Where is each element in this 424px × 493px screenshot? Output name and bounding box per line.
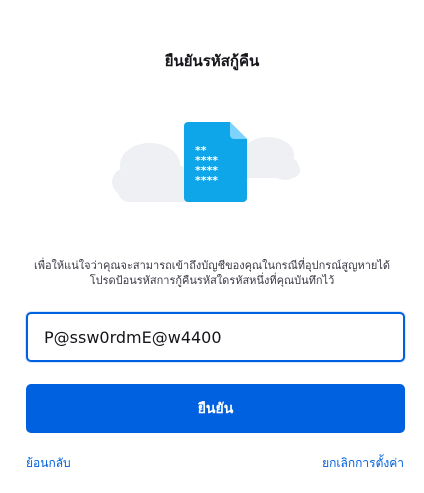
dialog-description: เพื่อให้แน่ใจว่าคุณจะสามารถเข้าถึงบัญชีข… [33,259,391,287]
recovery-code-input[interactable] [26,312,405,362]
document-icon: ** **** **** **** [184,122,247,202]
cancel-setup-link[interactable]: ยกเลิกการตั้งค่า [322,454,404,473]
back-link[interactable]: ย้อนกลับ [26,454,71,473]
confirm-button[interactable]: ยืนยัน [26,384,405,433]
recovery-code-dialog: ยืนยันรหัสกู้คืน ** **** **** **** เพื่อ… [0,0,424,493]
dialog-title: ยืนยันรหัสกู้คืน [164,52,260,70]
svg-text:****: **** [195,174,218,187]
password-document-icon: ** **** **** **** [112,122,300,202]
